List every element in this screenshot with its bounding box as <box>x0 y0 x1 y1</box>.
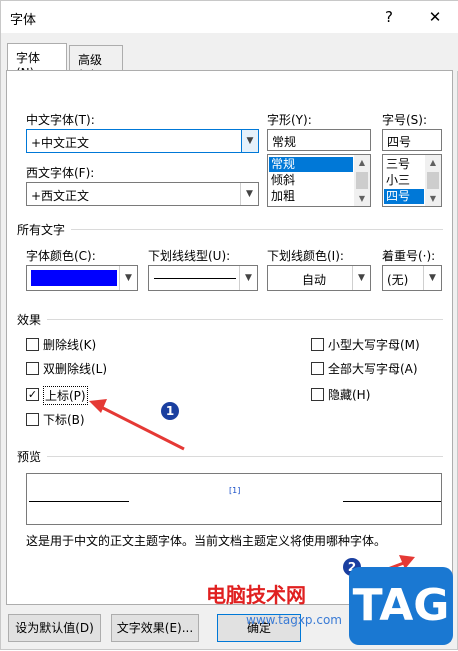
watermark-logo: TAG <box>349 567 453 645</box>
watermark-site-name: 电脑技术网 <box>206 583 306 607</box>
red-arrow-1-head <box>89 399 107 413</box>
font-dialog: 字体 ? ✕ 字体(N) 高级(V) 中文字体(T): +中文正文 ▼ 西文字体… <box>0 0 458 650</box>
annotation-arrows <box>89 399 415 585</box>
watermark-url: www.tagxp.com <box>246 613 342 627</box>
step-badge-1: 1 <box>161 402 179 420</box>
